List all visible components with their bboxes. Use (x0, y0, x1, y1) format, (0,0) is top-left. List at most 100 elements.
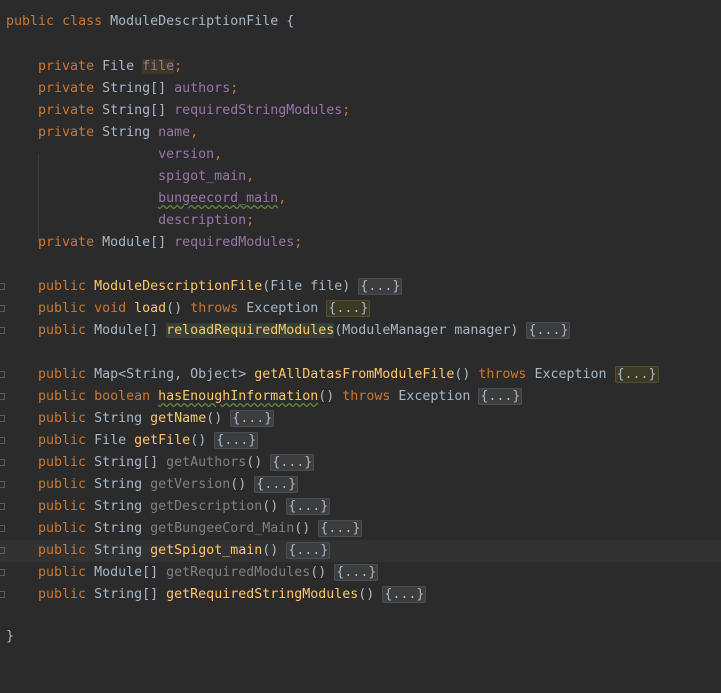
code-line-method-get-authors[interactable]: public String[] getAuthors() {...} (0, 452, 721, 474)
method-name: ModuleDescriptionFile (94, 279, 263, 294)
code-line-constructor[interactable]: public ModuleDescriptionFile(File file) … (0, 276, 721, 298)
code-line-field-version[interactable]: version, (0, 144, 721, 166)
return-type: File (94, 433, 127, 448)
code-line-field-required-modules[interactable]: private Module[] requiredModules; (0, 232, 721, 254)
code-line-method-has-enough-information[interactable]: public boolean hasEnoughInformation() th… (0, 386, 721, 408)
code-line-method-get-required-string-modules[interactable]: public String[] getRequiredStringModules… (0, 584, 721, 606)
method-name: reloadRequiredModules (166, 323, 335, 338)
folded-block[interactable]: {...} (358, 278, 403, 295)
folded-block[interactable]: {...} (286, 498, 331, 515)
code-line-field-file[interactable]: private File file; (0, 56, 721, 78)
keyword-public: public (6, 14, 55, 29)
folded-block[interactable]: {...} (254, 476, 299, 493)
method-params: () (246, 455, 271, 470)
code-line-closing-brace[interactable]: } (0, 626, 721, 648)
code-line-method-get-name[interactable]: public String getName() {...} (0, 408, 721, 430)
folded-block[interactable]: {...} (614, 366, 659, 383)
folded-block[interactable]: {...} (214, 432, 259, 449)
fold-marker-icon[interactable] (0, 459, 5, 466)
method-params: () (454, 367, 479, 382)
fold-marker-icon[interactable] (0, 547, 5, 554)
folded-block[interactable]: {...} (230, 410, 275, 427)
method-params: () (230, 477, 255, 492)
keyword-public: public (38, 323, 87, 338)
code-line-field-name[interactable]: private String name, (0, 122, 721, 144)
code-line-field-spigot-main[interactable]: spigot_main, (0, 166, 721, 188)
fold-marker-icon[interactable] (0, 591, 5, 598)
code-line-field-bungeecord-main[interactable]: bungeecord_main, (0, 188, 721, 210)
code-line-method-get-spigot-main[interactable]: public String getSpigot_main() {...} (0, 540, 721, 562)
semicolon: ; (294, 235, 303, 250)
folded-block[interactable]: {...} (382, 586, 427, 603)
folded-block[interactable]: {...} (334, 564, 379, 581)
code-line-method-get-version[interactable]: public String getVersion() {...} (0, 474, 721, 496)
method-name: getRequiredModules (166, 565, 311, 580)
field-name: requiredModules (174, 235, 295, 250)
semicolon: ; (246, 213, 255, 228)
fold-marker-icon[interactable] (0, 283, 5, 290)
fold-marker-icon[interactable] (0, 525, 5, 532)
code-line-method-get-all-datas[interactable]: public Map<String, Object> getAllDatasFr… (0, 364, 721, 386)
keyword-private: private (38, 125, 95, 140)
method-params: () (310, 565, 335, 580)
folded-block[interactable]: {...} (526, 322, 571, 339)
code-line-field-required-string-modules[interactable]: private String[] requiredStringModules; (0, 100, 721, 122)
folded-block[interactable]: {...} (286, 542, 331, 559)
keyword-public: public (38, 521, 87, 536)
code-line-method-get-bungeecord-main[interactable]: public String getBungeeCord_Main() {...} (0, 518, 721, 540)
comma: , (278, 191, 287, 206)
method-name: getSpigot_main (150, 543, 263, 558)
field-name: name (158, 125, 191, 140)
method-name: hasEnoughInformation (158, 389, 319, 404)
code-line-class-declaration[interactable]: public class ModuleDescriptionFile { (0, 11, 721, 33)
method-name: getAllDatasFromModuleFile (254, 367, 455, 382)
field-type: String (102, 125, 151, 140)
return-type: String (94, 543, 143, 558)
fold-marker-icon[interactable] (0, 481, 5, 488)
field-name: description (158, 213, 247, 228)
code-line-field-authors[interactable]: private String[] authors; (0, 78, 721, 100)
folded-block[interactable]: {...} (326, 300, 371, 317)
code-line-field-description[interactable]: description; (0, 210, 721, 232)
fold-marker-icon[interactable] (0, 503, 5, 510)
method-params: () (318, 389, 343, 404)
keyword-throws: throws (190, 301, 239, 316)
code-line-method-get-file[interactable]: public File getFile() {...} (0, 430, 721, 452)
method-params: () (190, 433, 215, 448)
code-line-method-get-description[interactable]: public String getDescription() {...} (0, 496, 721, 518)
keyword-public: public (38, 587, 87, 602)
code-line-method-reload-required-modules[interactable]: public Module[] reloadRequiredModules(Mo… (0, 320, 721, 342)
keyword-public: public (38, 279, 87, 294)
field-type: String[] (102, 103, 167, 118)
fold-marker-icon[interactable] (0, 437, 5, 444)
method-name: getDescription (150, 499, 263, 514)
fold-marker-icon[interactable] (0, 569, 5, 576)
field-name: authors (174, 81, 231, 96)
fold-marker-icon[interactable] (0, 371, 5, 378)
folded-block[interactable]: {...} (318, 520, 363, 537)
method-params: () (358, 587, 383, 602)
code-line-method-get-required-modules[interactable]: public Module[] getRequiredModules() {..… (0, 562, 721, 584)
keyword-public: public (38, 301, 87, 316)
keyword-boolean: boolean (94, 389, 151, 404)
exception-type: Exception (238, 301, 327, 316)
method-name: getName (150, 411, 207, 426)
semicolon: ; (342, 103, 351, 118)
fold-marker-icon[interactable] (0, 415, 5, 422)
keyword-private: private (38, 81, 95, 96)
code-line-method-load[interactable]: public void load() throws Exception {...… (0, 298, 721, 320)
method-name: getVersion (150, 477, 231, 492)
return-type: String (94, 411, 143, 426)
keyword-throws: throws (342, 389, 391, 404)
fold-marker-icon[interactable] (0, 327, 5, 334)
return-type: String (94, 477, 143, 492)
keyword-class: class (62, 14, 103, 29)
fold-marker-icon[interactable] (0, 305, 5, 312)
keyword-public: public (38, 411, 87, 426)
folded-block[interactable]: {...} (270, 454, 315, 471)
keyword-private: private (38, 235, 95, 250)
folded-block[interactable]: {...} (478, 388, 523, 405)
field-name: spigot_main (158, 169, 247, 184)
fold-marker-icon[interactable] (0, 393, 5, 400)
code-editor[interactable]: public class ModuleDescriptionFile { pri… (0, 0, 721, 693)
